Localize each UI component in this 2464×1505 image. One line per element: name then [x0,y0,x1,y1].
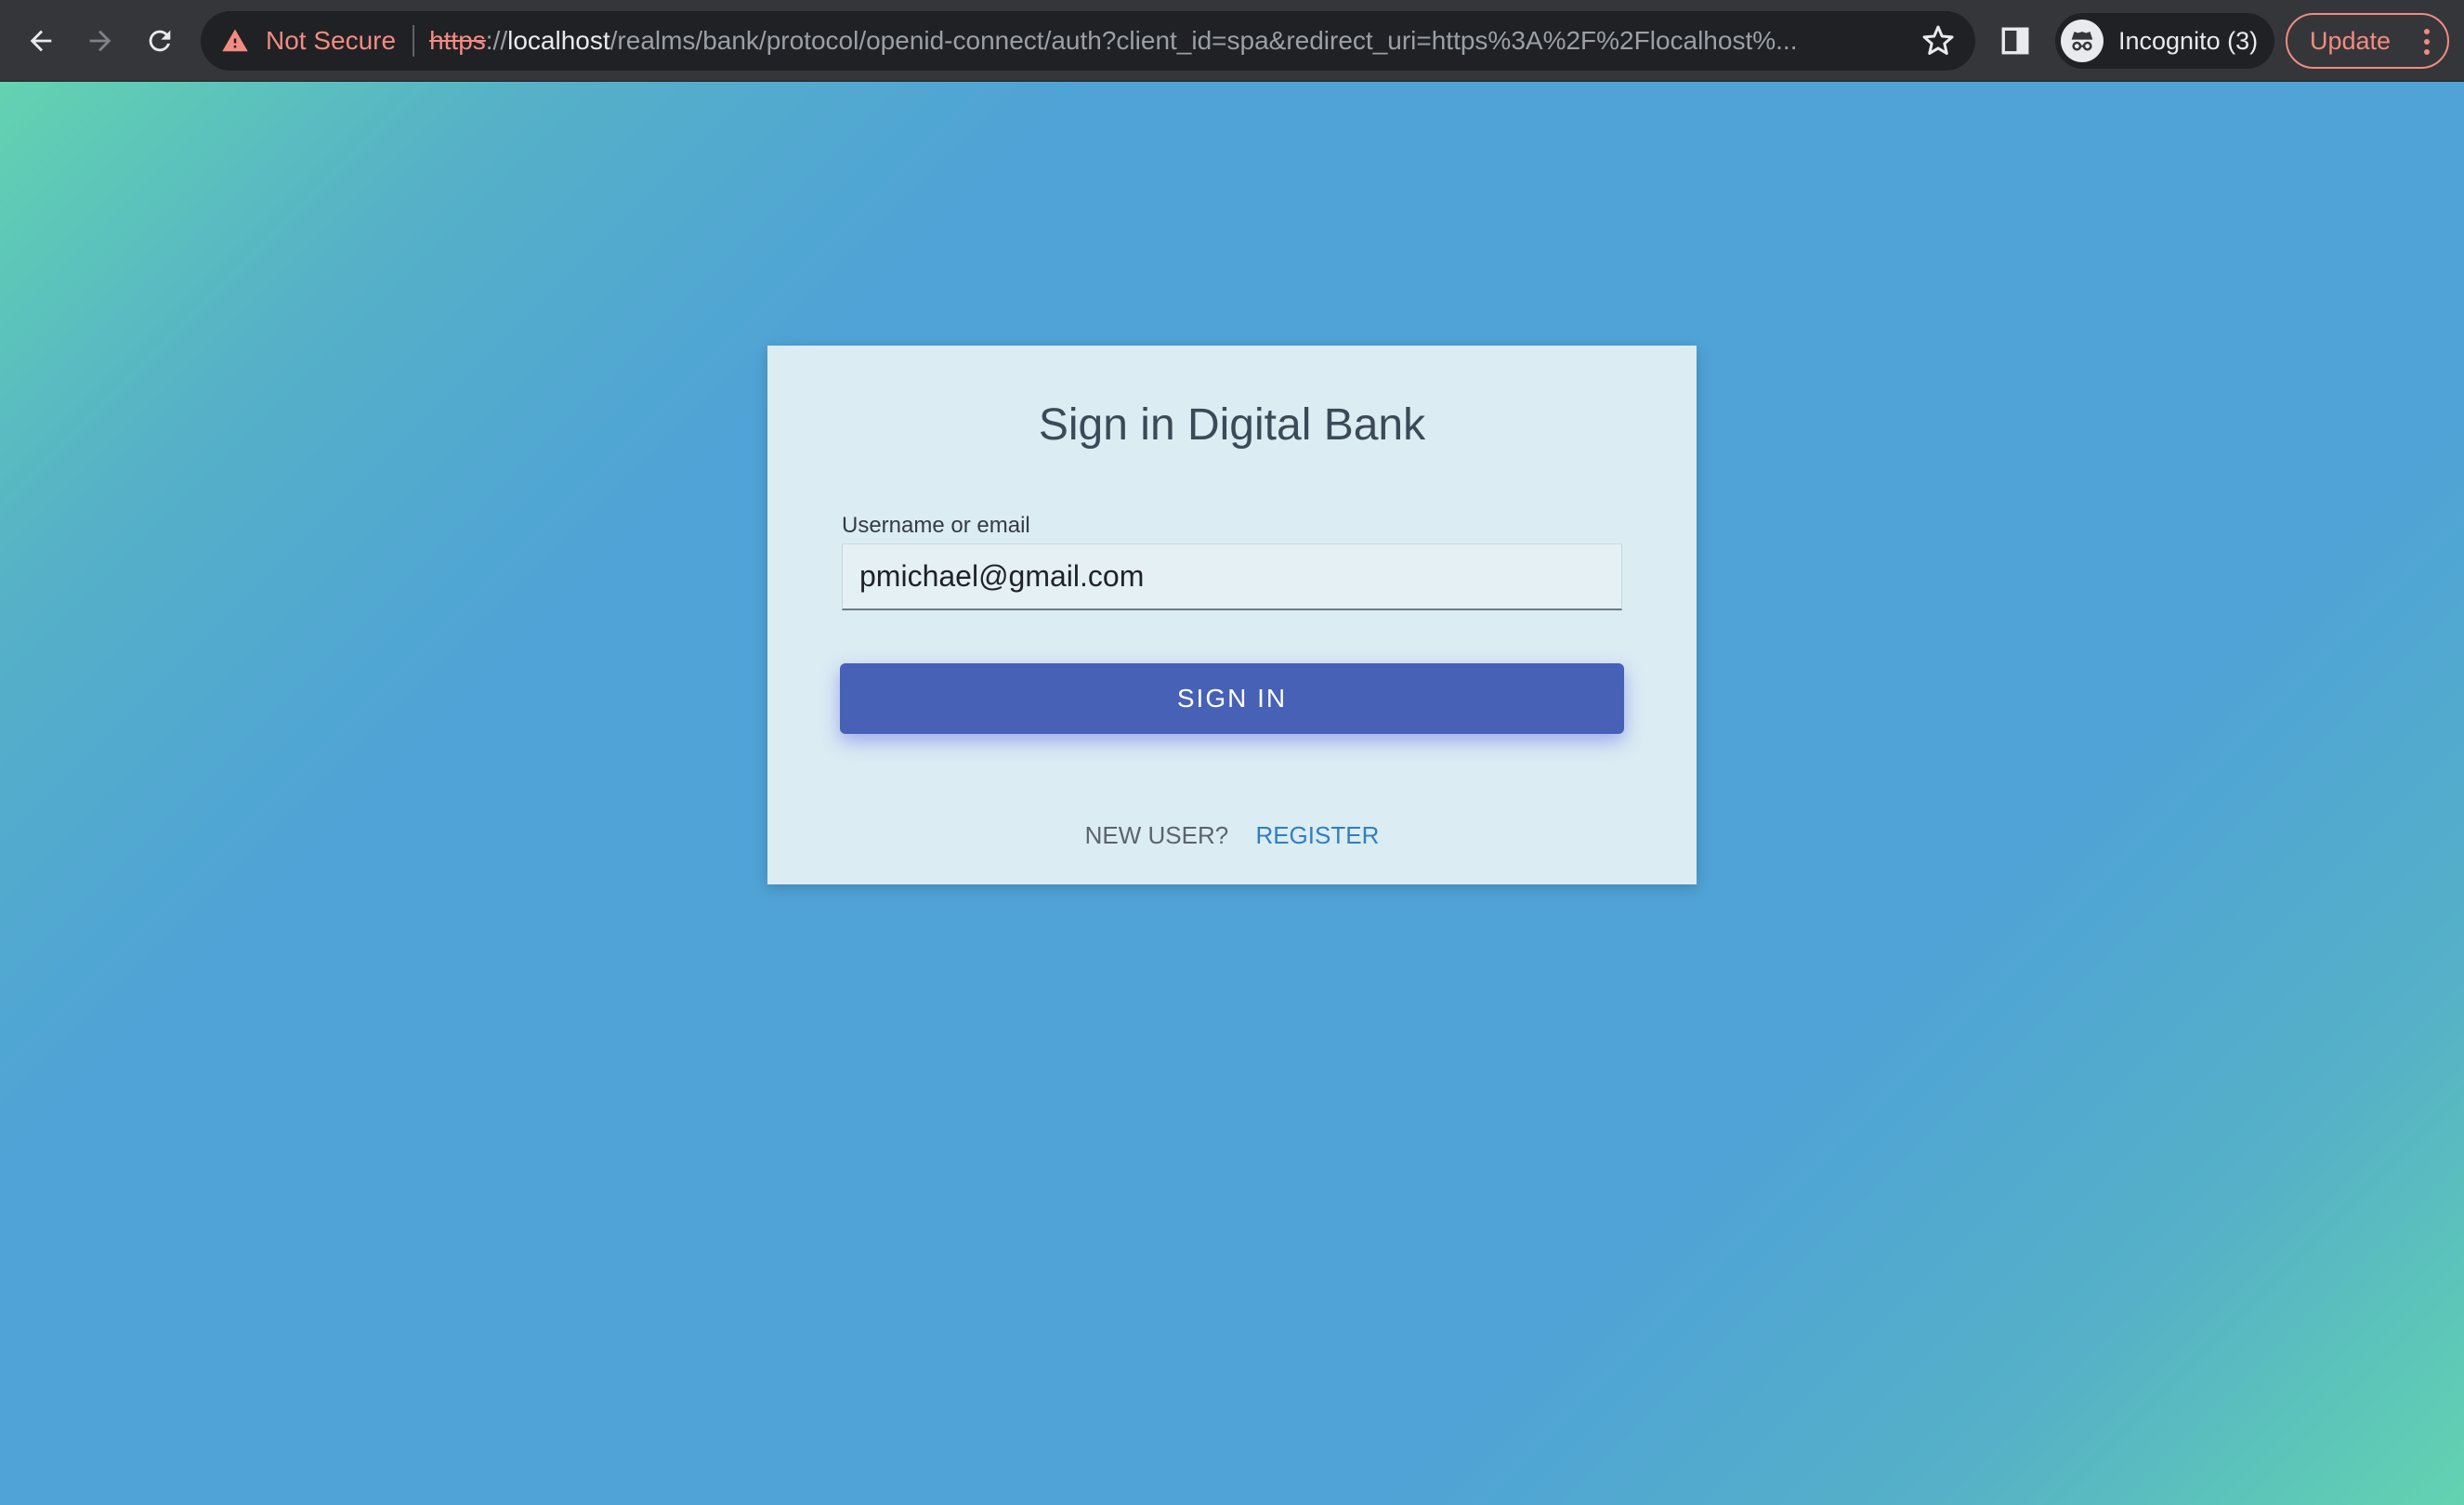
username-label: Username or email [842,513,1030,538]
more-vert-icon[interactable] [2423,28,2431,56]
update-label: Update [2310,26,2392,55]
incognito-icon [2061,20,2104,62]
back-button[interactable] [13,13,69,69]
back-arrow-icon [30,30,52,52]
browser-toolbar: Not Secure https :// localhost /realms/b… [0,0,2464,82]
page-title: Sign in Digital Bank [1038,400,1426,450]
url-text[interactable]: https :// localhost /realms/bank/protoco… [429,26,1797,56]
side-panel-icon[interactable] [1999,24,2031,58]
register-link[interactable]: REGISTER [1255,821,1379,849]
username-input[interactable] [842,543,1622,610]
forward-button[interactable] [72,13,128,69]
reload-icon [149,30,171,52]
url-host: localhost [507,26,610,55]
url-path: /realms/bank/protocol/openid-connect/aut… [609,26,1798,55]
page-viewport: Sign in Digital Bank Username or email S… [0,82,2464,1505]
address-bar[interactable]: Not Secure https :// localhost /realms/b… [201,11,1975,71]
new-user-text: NEW USER? [1084,821,1229,849]
login-card: Sign in Digital Bank Username or email S… [767,346,1697,884]
register-row: NEW USER? REGISTER [767,821,1697,850]
omnibox-divider [413,25,415,57]
profile-button[interactable]: Incognito (3) [2055,13,2274,69]
update-button[interactable]: Update [2286,13,2449,69]
star-icon[interactable] [1921,24,1955,58]
forward-arrow-icon [89,30,111,52]
sign-in-button[interactable]: SIGN IN [840,663,1624,734]
url-scheme-separator: :// [485,26,508,55]
security-status[interactable]: Not Secure [266,26,396,56]
warning-icon [222,29,248,52]
profile-label: Incognito (3) [2118,26,2259,55]
url-scheme: https [429,26,486,55]
reload-button[interactable] [132,13,188,69]
